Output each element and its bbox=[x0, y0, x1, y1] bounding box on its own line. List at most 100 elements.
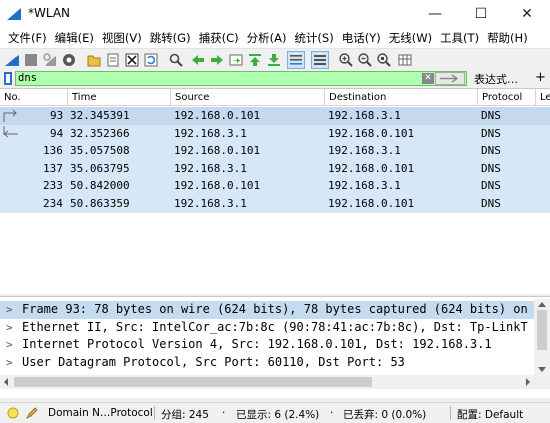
status-displayed: 已显示: 6 (2.4%) bbox=[236, 409, 320, 421]
col-time[interactable]: Time bbox=[68, 89, 171, 106]
expand-arrow-icon[interactable]: > bbox=[6, 336, 13, 354]
menu-view[interactable]: 视图(V) bbox=[98, 30, 146, 46]
col-source[interactable]: Source bbox=[171, 89, 325, 106]
expand-arrow-icon[interactable]: > bbox=[6, 319, 13, 337]
apply-arrow-icon bbox=[440, 74, 459, 83]
packet-no: 233 bbox=[43, 179, 63, 193]
zoom-in-icon[interactable] bbox=[338, 52, 354, 68]
capture-options-icon[interactable] bbox=[61, 52, 77, 68]
status-dropped: 已丢弃: 0 (0.0%) bbox=[343, 409, 427, 421]
packet-no: 136 bbox=[43, 144, 63, 158]
bookmark-icon[interactable] bbox=[2, 71, 14, 86]
go-back-icon[interactable] bbox=[190, 52, 206, 68]
menu-go[interactable]: 跳转(G) bbox=[146, 30, 195, 46]
detail-row-frame[interactable]: > Frame 93: 78 bytes on wire (624 bits),… bbox=[0, 301, 534, 319]
zoom-normal-icon[interactable] bbox=[376, 52, 392, 68]
detail-text: Internet Protocol Version 4, Src: 192.16… bbox=[22, 337, 492, 351]
status-separator bbox=[154, 406, 155, 420]
menu-analyze[interactable]: 分析(A) bbox=[243, 30, 291, 46]
packet-no: 137 bbox=[43, 161, 63, 175]
packet-time: 32.345391 bbox=[70, 109, 130, 122]
packet-time: 50.842000 bbox=[70, 179, 130, 193]
menu-help[interactable]: 帮助(H) bbox=[483, 30, 532, 46]
packet-source: 192.168.0.101 bbox=[174, 109, 261, 122]
minimize-button[interactable]: — bbox=[412, 0, 458, 28]
packet-details: > Frame 93: 78 bytes on wire (624 bits),… bbox=[0, 296, 550, 398]
display-filter-bar: dns ✕ 表达式… + bbox=[0, 70, 550, 88]
packet-time: 50.863359 bbox=[70, 197, 130, 210]
menu-telephony[interactable]: 电话(Y) bbox=[338, 30, 385, 46]
packet-protocol: DNS bbox=[481, 109, 501, 122]
stop-capture-icon[interactable] bbox=[23, 52, 39, 68]
packet-no: 94 bbox=[50, 126, 64, 140]
packet-row[interactable]: 137 35.063795 192.168.3.1 192.168.0.101 … bbox=[0, 159, 550, 178]
apply-filter-button[interactable] bbox=[435, 72, 465, 85]
close-file-icon[interactable] bbox=[124, 52, 140, 68]
packet-list-header: No. Time Source Destination Protocol Le bbox=[0, 89, 550, 106]
find-packet-icon[interactable] bbox=[168, 52, 184, 68]
packet-time: 35.057508 bbox=[70, 144, 130, 158]
packet-row[interactable]: 136 35.057508 192.168.0.101 192.168.3.1 … bbox=[0, 142, 550, 160]
packet-protocol: DNS bbox=[481, 197, 501, 210]
go-to-packet-icon[interactable] bbox=[228, 52, 244, 68]
detail-row-ipv4[interactable]: > Internet Protocol Version 4, Src: 192.… bbox=[0, 336, 534, 354]
packet-source: 192.168.3.1 bbox=[174, 197, 247, 210]
col-no[interactable]: No. bbox=[0, 89, 68, 106]
col-destination[interactable]: Destination bbox=[325, 89, 478, 106]
resize-columns-icon[interactable] bbox=[397, 52, 413, 68]
packet-no: 234 bbox=[43, 197, 63, 210]
status-bar: Domain N…Protocol 分组: 245 · 已显示: 6 (2.4%… bbox=[0, 402, 550, 423]
packet-row[interactable]: 93 32.345391 192.168.0.101 192.168.3.1 D… bbox=[0, 107, 550, 125]
menu-file[interactable]: 文件(F) bbox=[4, 30, 51, 46]
status-separator bbox=[450, 406, 451, 420]
col-length[interactable]: Le bbox=[536, 89, 550, 106]
expand-arrow-icon[interactable]: > bbox=[6, 354, 13, 372]
packet-row[interactable]: 233 50.842000 192.168.0.101 192.168.3.1 … bbox=[0, 177, 550, 195]
packet-source: 192.168.0.101 bbox=[174, 179, 261, 193]
clear-filter-icon[interactable]: ✕ bbox=[422, 73, 434, 84]
add-filter-button[interactable]: + bbox=[535, 70, 546, 85]
packet-destination: 192.168.3.1 bbox=[328, 144, 401, 158]
status-profile[interactable]: 配置: Default bbox=[457, 407, 523, 422]
status-packets: 分组: 245 bbox=[161, 409, 209, 421]
close-button[interactable]: ✕ bbox=[504, 0, 550, 28]
status-dot: · bbox=[330, 407, 334, 419]
details-hscrollbar[interactable] bbox=[0, 375, 550, 389]
save-file-icon[interactable] bbox=[105, 52, 121, 68]
packet-list: No. Time Source Destination Protocol Le … bbox=[0, 88, 550, 294]
packet-time: 32.352366 bbox=[70, 126, 130, 140]
zoom-out-icon[interactable] bbox=[357, 52, 373, 68]
display-filter-input[interactable]: dns bbox=[15, 71, 467, 86]
menu-wireless[interactable]: 无线(W) bbox=[385, 30, 436, 46]
expert-info-icon[interactable] bbox=[7, 407, 19, 419]
request-arrow-icon bbox=[3, 109, 17, 122]
menu-statistics[interactable]: 统计(S) bbox=[290, 30, 337, 46]
col-protocol[interactable]: Protocol bbox=[478, 89, 536, 106]
start-capture-icon[interactable] bbox=[4, 52, 20, 68]
menu-tools[interactable]: 工具(T) bbox=[436, 30, 483, 46]
colorize-icon[interactable] bbox=[311, 51, 329, 69]
packet-time: 35.063795 bbox=[70, 161, 130, 175]
menu-bar: 文件(F) 编辑(E) 视图(V) 跳转(G) 捕获(C) 分析(A) 统计(S… bbox=[0, 28, 550, 48]
menu-capture[interactable]: 捕获(C) bbox=[195, 30, 243, 46]
packet-destination: 192.168.0.101 bbox=[328, 197, 415, 210]
menu-edit[interactable]: 编辑(E) bbox=[51, 30, 98, 46]
open-file-icon[interactable] bbox=[86, 52, 102, 68]
auto-scroll-icon[interactable] bbox=[287, 51, 305, 69]
go-last-packet-icon[interactable] bbox=[266, 52, 282, 68]
packet-destination: 192.168.0.101 bbox=[328, 161, 415, 175]
restart-capture-icon[interactable] bbox=[42, 52, 58, 68]
expression-button[interactable]: 表达式… bbox=[474, 71, 518, 87]
packet-row[interactable]: 94 32.352366 192.168.3.1 192.168.0.101 D… bbox=[0, 124, 550, 143]
edit-comment-icon[interactable] bbox=[25, 406, 39, 420]
detail-row-udp[interactable]: > User Datagram Protocol, Src Port: 6011… bbox=[0, 354, 534, 372]
detail-row-ethernet[interactable]: > Ethernet II, Src: IntelCor_ac:7b:8c (9… bbox=[0, 319, 534, 337]
go-forward-icon[interactable] bbox=[209, 52, 225, 68]
details-vscrollbar[interactable] bbox=[534, 299, 550, 375]
status-field-info: Domain N…Protocol bbox=[48, 407, 153, 419]
maximize-button[interactable]: ☐ bbox=[458, 0, 504, 28]
expand-arrow-icon[interactable]: > bbox=[6, 301, 13, 319]
packet-row[interactable]: 234 50.863359 192.168.3.1 192.168.0.101 … bbox=[0, 195, 550, 213]
reload-file-icon[interactable] bbox=[143, 52, 159, 68]
go-first-packet-icon[interactable] bbox=[247, 52, 263, 68]
